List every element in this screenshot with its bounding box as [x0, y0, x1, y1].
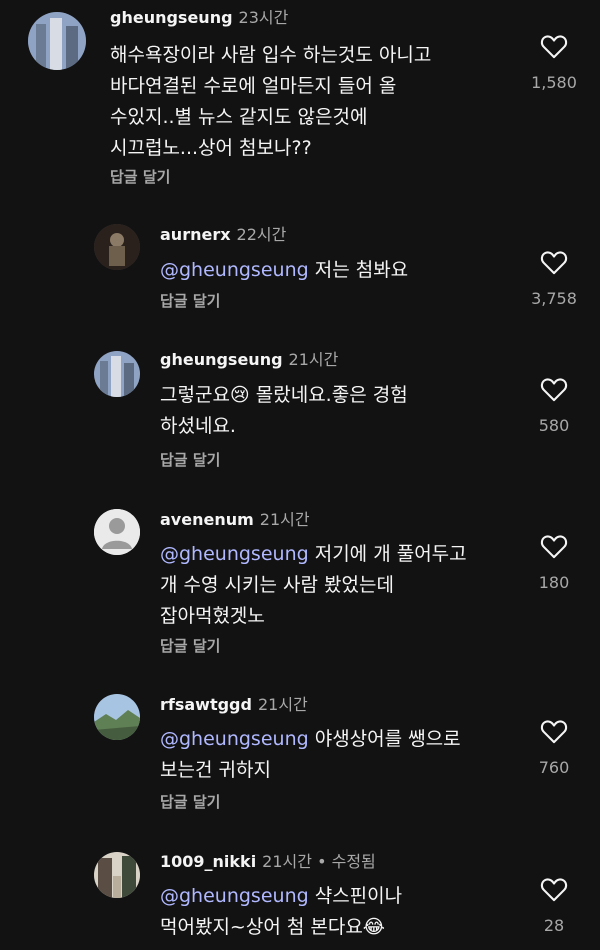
comment-text: @gheungseung 저는 첨봐요	[160, 255, 408, 286]
comment-reply: gheungseung 21시간 그렇군요😢 몰랐네요.좋은 경험 하셨네요. 답…	[0, 345, 600, 480]
username[interactable]: aurnerx	[160, 225, 231, 244]
comment-line: 개 수영 시키는 사람 봤었는데	[160, 574, 394, 596]
like-count: 760	[538, 758, 570, 777]
like-control: 760	[524, 718, 584, 777]
reply-button[interactable]: 답글 달기	[160, 636, 220, 656]
timestamp: 22시간	[236, 225, 287, 244]
like-control: 28	[524, 876, 584, 935]
like-count: 3,758	[531, 289, 577, 308]
heart-outline-icon[interactable]	[540, 533, 568, 559]
comment-line: 수있지..별 뉴스 같지도 않은것에	[110, 106, 368, 128]
like-control: 3,758	[524, 249, 584, 308]
mention-link[interactable]: @gheungseung	[160, 259, 309, 281]
avatar[interactable]	[94, 852, 140, 898]
heart-outline-icon[interactable]	[540, 249, 568, 275]
comment: gheungseung 23시간 해수욕장이라 사람 입수 하는것도 아니고 바다…	[0, 0, 600, 200]
comment-line: 바다연결된 수로에 얼마든지 들어 올	[110, 75, 397, 97]
comment-reply: aurnerx 22시간 @gheungseung 저는 첨봐요 답글 달기 3,…	[0, 220, 600, 330]
comment-line: 그렇군요😢 몰랐네요.좋은 경험	[160, 384, 408, 406]
comment-text: @gheungseung 샥스핀이나 먹어봤지~상어 첨 본다요😂	[160, 881, 402, 943]
like-control: 580	[524, 376, 584, 435]
comment-line: 저기에 개 풀어두고	[308, 543, 467, 565]
comment-line: 시끄럽노...상어 첨보나??	[110, 137, 312, 159]
like-count: 580	[538, 416, 570, 435]
comment-line: 해수욕장이라 사람 입수 하는것도 아니고	[110, 44, 432, 66]
comment-line: 야생상어를 쌩으로	[308, 728, 461, 750]
reply-button[interactable]: 답글 달기	[160, 792, 220, 812]
reply-button[interactable]: 답글 달기	[110, 167, 170, 187]
comment-line: 저는 첨봐요	[308, 259, 409, 281]
comment-line: 하셨네요.	[160, 415, 236, 437]
username[interactable]: gheungseung	[160, 350, 283, 369]
timestamp: 23시간	[238, 8, 289, 27]
timestamp: 21시간	[288, 350, 339, 369]
like-count: 180	[538, 573, 570, 592]
username[interactable]: 1009_nikki	[160, 852, 256, 871]
comment-reply: 1009_nikki 21시간 • 수정됨 @gheungseung 샥스핀이나 …	[0, 848, 600, 950]
timestamp: 21시간	[259, 510, 310, 529]
like-count: 28	[543, 916, 565, 935]
comment-line: 먹어봤지~상어 첨 본다요😂	[160, 916, 386, 938]
heart-outline-icon[interactable]	[540, 718, 568, 744]
comment-reply: rfsawtggd 21시간 @gheungseung 야생상어를 쌩으로 보는건…	[0, 690, 600, 825]
reply-button[interactable]: 답글 달기	[160, 291, 220, 311]
comment-line: 샥스핀이나	[308, 885, 403, 907]
heart-outline-icon[interactable]	[540, 33, 568, 59]
avatar[interactable]	[94, 509, 140, 555]
reply-button[interactable]: 답글 달기	[160, 450, 220, 470]
comment-text: 그렇군요😢 몰랐네요.좋은 경험 하셨네요.	[160, 380, 408, 442]
heart-outline-icon[interactable]	[540, 876, 568, 902]
avatar[interactable]	[94, 694, 140, 740]
mention-link[interactable]: @gheungseung	[160, 543, 309, 565]
heart-outline-icon[interactable]	[540, 376, 568, 402]
username[interactable]: gheungseung	[110, 8, 233, 27]
avatar[interactable]	[28, 12, 86, 70]
like-count: 1,580	[531, 73, 577, 92]
comment-line: 잡아먹혔겟노	[160, 605, 265, 627]
avatar[interactable]	[94, 224, 140, 270]
comment-line: 보는건 귀하지	[160, 759, 271, 781]
edited-label: • 수정됨	[311, 852, 376, 871]
username[interactable]: rfsawtggd	[160, 695, 252, 714]
mention-link[interactable]: @gheungseung	[160, 885, 309, 907]
comment-text: @gheungseung 저기에 개 풀어두고 개 수영 시키는 사람 봤었는데…	[160, 539, 467, 632]
username[interactable]: avenenum	[160, 510, 254, 529]
comment-reply: avenenum 21시간 @gheungseung 저기에 개 풀어두고 개 수…	[0, 505, 600, 665]
timestamp: 21시간	[262, 852, 312, 871]
like-control: 180	[524, 533, 584, 592]
comment-text: 해수욕장이라 사람 입수 하는것도 아니고 바다연결된 수로에 얼마든지 들어 …	[110, 40, 431, 164]
comment-text: @gheungseung 야생상어를 쌩으로 보는건 귀하지	[160, 724, 461, 786]
mention-link[interactable]: @gheungseung	[160, 728, 309, 750]
avatar[interactable]	[94, 351, 140, 397]
timestamp: 21시간	[257, 695, 308, 714]
like-control: 1,580	[524, 33, 584, 92]
